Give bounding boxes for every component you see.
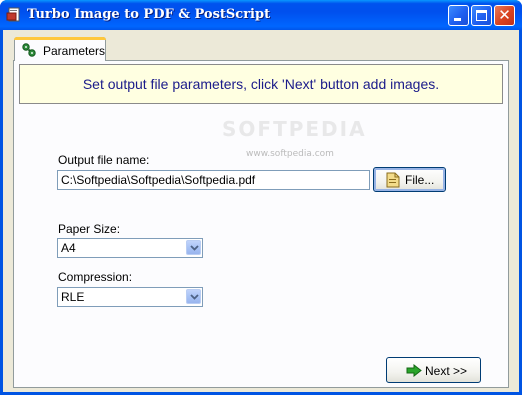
output-file-input[interactable]: C:\Softpedia\Softpedia\Softpedia.pdf: [57, 170, 370, 190]
file-button[interactable]: File...: [373, 167, 446, 192]
next-button-label: Next >>: [425, 364, 468, 378]
chevron-down-icon[interactable]: [186, 240, 201, 255]
softpedia-watermark-url: www.softpedia.com: [246, 149, 334, 159]
compression-select[interactable]: RLE: [57, 287, 203, 307]
maximize-icon: [476, 10, 487, 21]
minimize-button[interactable]: [448, 5, 469, 26]
close-button[interactable]: ✕: [494, 5, 515, 26]
paper-size-value: A4: [61, 241, 76, 255]
folder-document-icon: [386, 172, 400, 191]
next-button[interactable]: Next >>: [386, 357, 481, 383]
pdf-app-icon: [6, 7, 22, 23]
file-button-label: File...: [405, 173, 435, 187]
compression-value: RLE: [61, 290, 85, 304]
minimize-icon: [454, 18, 461, 21]
softpedia-watermark-logo: SOFTPEDIA: [222, 117, 367, 141]
window-title: Turbo Image to PDF & PostScript: [27, 7, 271, 22]
title-bar[interactable]: Turbo Image to PDF & PostScript ✕: [0, 0, 522, 30]
close-icon: ✕: [498, 6, 511, 24]
client-area: Parameters Set output file parameters, c…: [3, 30, 519, 392]
compression-label: Compression:: [58, 270, 133, 284]
info-banner: Set output file parameters, click 'Next'…: [19, 64, 503, 104]
output-file-label: Output file name:: [58, 153, 150, 167]
paper-size-select[interactable]: A4: [57, 238, 203, 258]
green-arrow-right-icon: [406, 363, 422, 380]
parameters-icon: [21, 42, 37, 58]
tab-label: Parameters: [43, 44, 106, 58]
paper-size-label: Paper Size:: [58, 222, 121, 236]
maximize-button[interactable]: [471, 5, 492, 26]
app-window: Turbo Image to PDF & PostScript ✕ Parame…: [0, 0, 522, 395]
chevron-down-icon[interactable]: [186, 289, 201, 304]
parameters-page: Set output file parameters, click 'Next'…: [13, 60, 509, 388]
tab-parameters[interactable]: Parameters: [14, 37, 106, 61]
